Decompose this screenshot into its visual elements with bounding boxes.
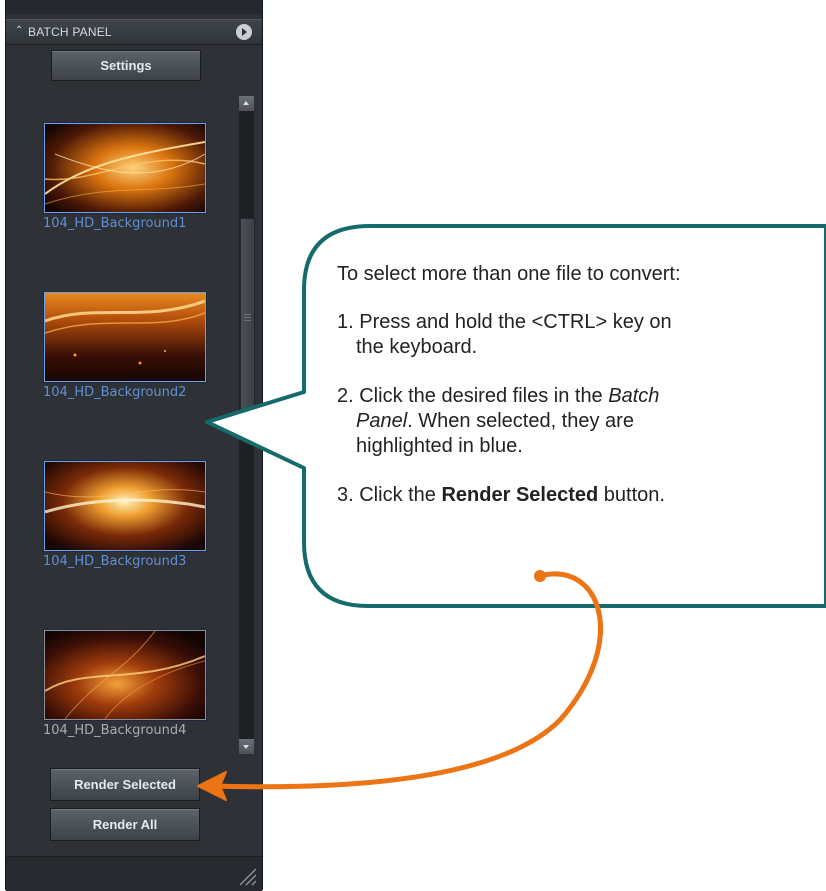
connector-dot — [534, 570, 546, 582]
step3-bold: Render Selected — [441, 484, 599, 506]
step3-pre: 3. Click the — [337, 484, 442, 506]
step1-line2: the keyboard. — [356, 336, 478, 358]
callout-step-3: 3. Click the Render Selected button. — [337, 483, 817, 508]
step2-line2-text: . When selected, they are — [407, 410, 634, 432]
step3-post: button. — [598, 484, 665, 506]
step2-line1-italic: Batch — [608, 385, 660, 407]
callout-step-1: 1. Press and hold the <CTRL> key on the … — [337, 310, 817, 360]
callout-text: To select more than one file to convert:… — [337, 262, 817, 532]
step1-line1: 1. Press and hold the <CTRL> key on — [337, 311, 672, 333]
callout-intro: To select more than one file to convert: — [337, 263, 681, 285]
step2-line1-text: 2. Click the desired files in the — [337, 385, 609, 407]
step2-line3: highlighted in blue. — [356, 435, 523, 457]
step2-line2: Panel. When selected, they are — [337, 409, 817, 434]
callout-step-2: 2. Click the desired files in the Batch … — [337, 384, 817, 459]
step2-line2-italic: Panel — [356, 410, 408, 432]
